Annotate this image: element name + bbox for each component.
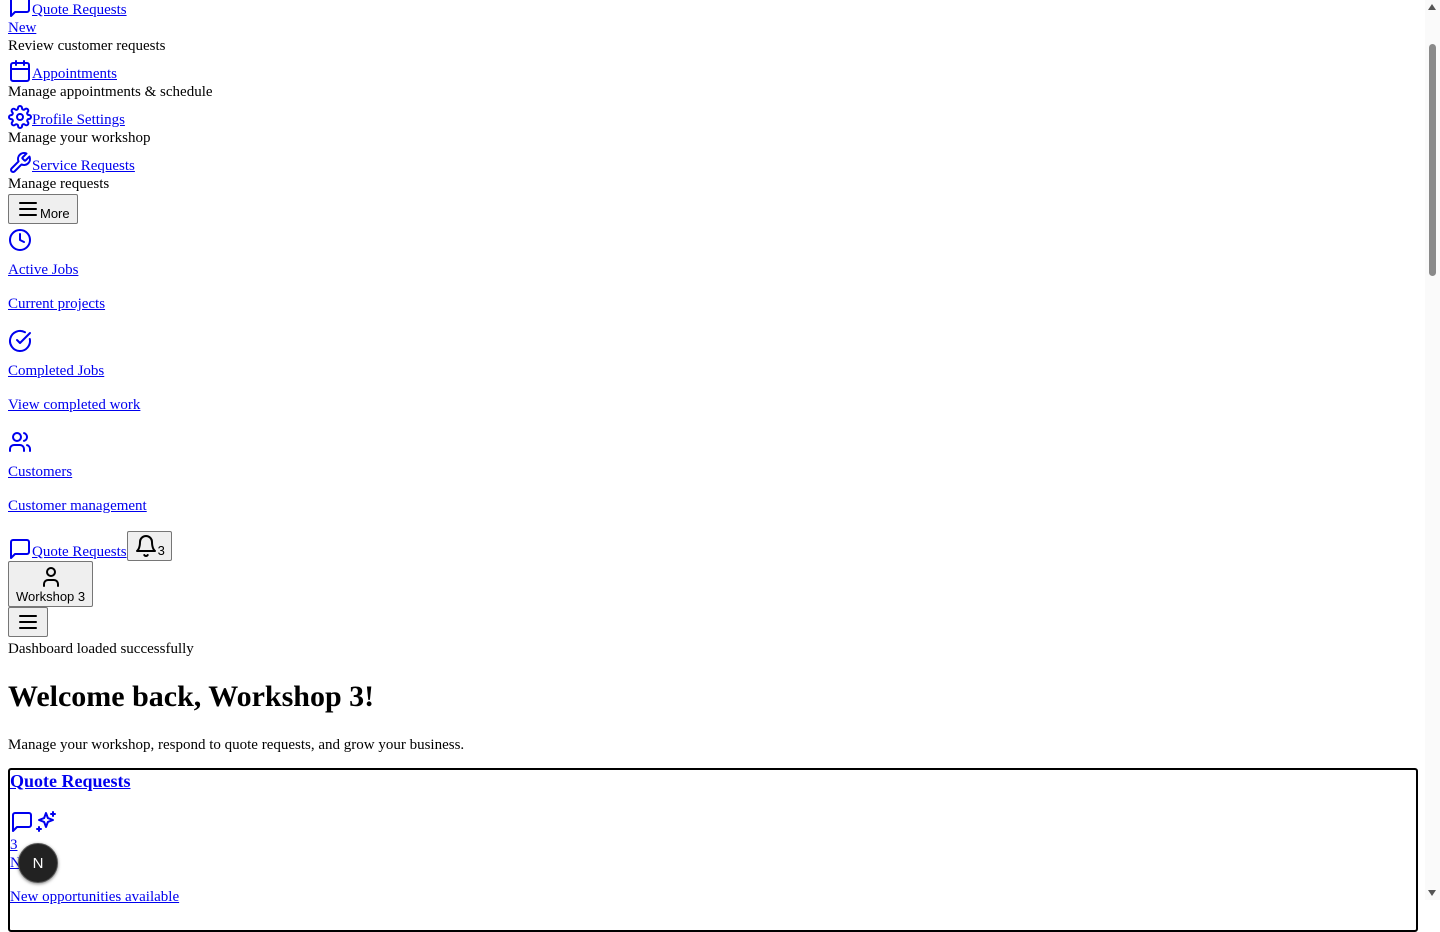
menu-icon <box>16 197 40 221</box>
scroll-up-arrow[interactable] <box>1428 4 1436 10</box>
more-button-label: More <box>40 206 70 221</box>
notifications-button[interactable]: 3 <box>126 531 172 561</box>
notification-count: 3 <box>157 543 165 558</box>
nav-quote-requests-desc: Review customer requests <box>8 38 166 54</box>
more-item-desc[interactable]: Current projects <box>8 295 1418 313</box>
scrollbar-thumb[interactable] <box>1429 44 1436 276</box>
menu-icon <box>16 610 40 634</box>
user-menu-button[interactable]: Workshop 3 <box>8 561 94 607</box>
more-item-completed-jobs[interactable]: Completed Jobs View completed work <box>8 329 1418 414</box>
page-subtitle: Manage your workshop, respond to quote r… <box>8 737 465 753</box>
more-item-label[interactable]: Customers <box>8 463 1418 481</box>
more-menu: Active Jobs Current projects Completed J… <box>8 228 1418 515</box>
quote-requests-card[interactable]: Quote Requests 3 New New opportunities a… <box>8 768 1418 932</box>
card-new-label[interactable]: New <box>10 854 1416 872</box>
mobile-menu-button[interactable] <box>8 607 48 637</box>
wrench-icon <box>8 151 32 175</box>
nav-appointments[interactable]: Appointments <box>8 59 1418 83</box>
bell-icon <box>134 534 158 558</box>
nav-appointments-link[interactable]: Appointments <box>32 65 117 83</box>
nav-new-badge[interactable]: New <box>8 20 36 36</box>
more-item-desc[interactable]: Customer management <box>8 497 1418 515</box>
nav-service-requests-link[interactable]: Service Requests <box>32 157 135 175</box>
more-button[interactable]: More <box>8 194 78 224</box>
nav-appointments-desc: Manage appointments & schedule <box>8 84 213 100</box>
dev-tools-badge[interactable]: N <box>18 843 58 883</box>
nav-service-requests[interactable]: Service Requests <box>8 151 1418 175</box>
more-item-label[interactable]: Active Jobs <box>8 261 1418 279</box>
more-item-customers[interactable]: Customers Customer management <box>8 430 1418 515</box>
card-title[interactable]: Quote Requests <box>10 771 131 791</box>
user-label: Workshop 3 <box>16 589 86 604</box>
more-item-desc[interactable]: View completed work <box>8 396 1418 414</box>
card-count[interactable]: 3 <box>10 836 1416 854</box>
status-message: Dashboard loaded successfully <box>8 641 194 657</box>
nav-profile-settings-link[interactable]: Profile Settings <box>32 111 125 129</box>
card-footer-link[interactable]: New opportunities available <box>10 888 1416 906</box>
scroll-down-arrow[interactable] <box>1428 890 1436 896</box>
users-icon <box>8 430 32 454</box>
nav-service-requests-desc: Manage requests <box>8 176 110 192</box>
clock-icon <box>8 228 32 252</box>
calendar-icon <box>8 59 32 83</box>
check-circle-icon <box>8 329 32 353</box>
message-square-icon <box>10 810 34 834</box>
nav-profile-settings-desc: Manage your workshop <box>8 130 151 146</box>
page-title: Welcome back, Workshop 3! <box>8 680 375 713</box>
nav-quote-requests[interactable]: Quote Requests <box>8 0 1418 19</box>
nav-profile-settings[interactable]: Profile Settings <box>8 105 1418 129</box>
sparkles-icon <box>34 810 58 834</box>
more-item-label[interactable]: Completed Jobs <box>8 362 1418 380</box>
card-icons <box>10 810 1416 834</box>
user-icon <box>39 565 63 589</box>
nav-quote-requests-link[interactable]: Quote Requests <box>32 1 127 19</box>
header-actions: Quote Requests 3 <box>8 531 1418 561</box>
gear-icon <box>8 105 32 129</box>
page-scrollbar[interactable] <box>1425 0 1440 900</box>
more-item-active-jobs[interactable]: Active Jobs Current projects <box>8 228 1418 313</box>
message-square-icon <box>8 0 32 19</box>
header-quote-requests-link[interactable]: Quote Requests <box>32 543 127 561</box>
message-square-icon <box>8 537 32 561</box>
